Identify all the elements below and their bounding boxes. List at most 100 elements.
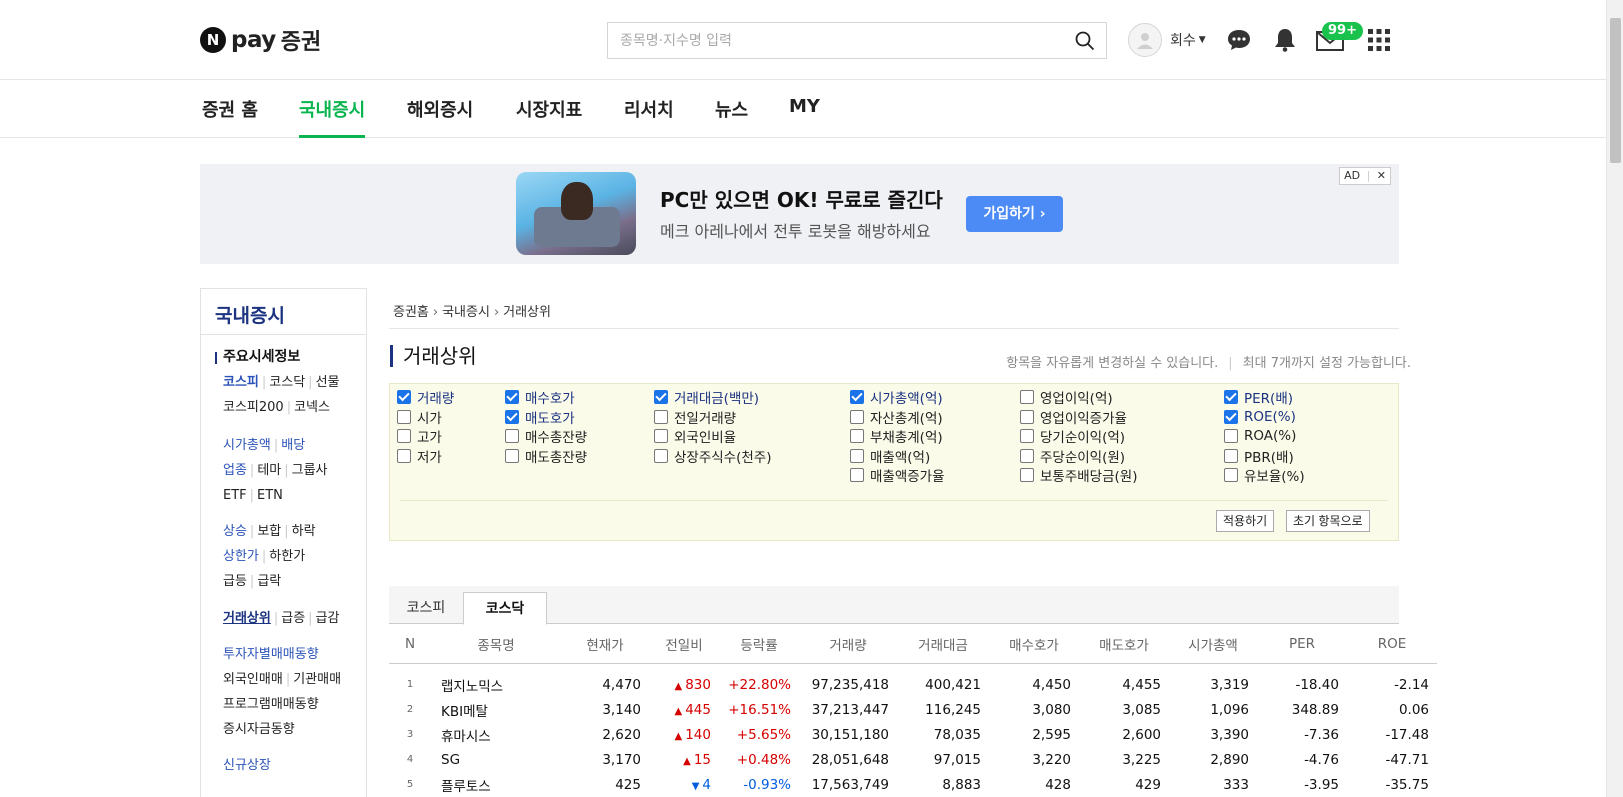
- nav-home[interactable]: 증권 홈: [202, 96, 258, 138]
- sidebar-item-sector[interactable]: 업종: [223, 463, 247, 478]
- sidebar-item-lower-limit[interactable]: 하한가: [269, 549, 305, 564]
- stock-name-link[interactable]: SG: [431, 747, 561, 772]
- checkbox-unchecked-icon[interactable]: [654, 409, 668, 424]
- checkbox-checked-icon[interactable]: [505, 390, 519, 404]
- option-checkbox[interactable]: 매도호가: [505, 407, 575, 427]
- checkbox-unchecked-icon[interactable]: [850, 409, 864, 424]
- checkbox-unchecked-icon[interactable]: [1224, 448, 1238, 463]
- option-checkbox[interactable]: 시가총액(억): [850, 387, 943, 407]
- sidebar-item-marketcap[interactable]: 시가총액: [223, 438, 271, 453]
- sidebar-item-etn[interactable]: ETN: [257, 488, 283, 503]
- checkbox-unchecked-icon[interactable]: [397, 409, 411, 424]
- option-checkbox[interactable]: PBR(배): [1224, 447, 1294, 466]
- ad-banner[interactable]: PC만 있으면 OK! 무료로 즐긴다 메크 아레나에서 전투 로봇을 해방하세…: [200, 164, 1399, 264]
- avatar[interactable]: [1128, 23, 1162, 57]
- checkbox-unchecked-icon[interactable]: [1020, 409, 1034, 424]
- nav-research[interactable]: 리서치: [624, 96, 674, 138]
- checkbox-unchecked-icon[interactable]: [397, 448, 411, 463]
- checkbox-checked-icon[interactable]: [1224, 409, 1238, 424]
- checkbox-checked-icon[interactable]: [505, 409, 519, 424]
- ad-title[interactable]: PC만 있으면 OK! 무료로 즐긴다: [660, 184, 943, 213]
- option-label[interactable]: 유보율(%): [1244, 465, 1305, 485]
- table-row[interactable]: 3 휴마시스 2,620 ▲ 140 +5.65% 30,151,180 78,035 2,59…: [389, 722, 1437, 747]
- apps-grid-icon[interactable]: [1368, 29, 1390, 51]
- option-label[interactable]: 매출액(억): [870, 446, 930, 466]
- sidebar-item-flat[interactable]: 보합: [257, 524, 281, 539]
- checkbox-unchecked-icon[interactable]: [1020, 448, 1034, 463]
- option-label[interactable]: 매도호가: [525, 407, 575, 427]
- option-checkbox[interactable]: 거래량: [397, 387, 454, 407]
- option-checkbox[interactable]: 유보율(%): [1224, 465, 1305, 485]
- sidebar-item-institution-trade[interactable]: 기관매매: [293, 672, 341, 687]
- sidebar-item-dividend[interactable]: 배당: [281, 438, 305, 453]
- option-label[interactable]: 매수호가: [525, 387, 575, 407]
- option-label[interactable]: 매출액증가율: [870, 465, 945, 485]
- option-label[interactable]: 주당순이익(원): [1040, 446, 1125, 466]
- option-checkbox[interactable]: 시가: [397, 407, 442, 427]
- sidebar-item-new-listing[interactable]: 신규상장: [223, 758, 271, 773]
- sidebar-item-kosdaq[interactable]: 코스닥: [269, 375, 305, 390]
- option-label[interactable]: 거래량: [417, 387, 454, 407]
- option-checkbox[interactable]: 보통주배당금(원): [1020, 465, 1137, 485]
- vertical-scrollbar[interactable]: [1606, 0, 1623, 797]
- sidebar-item-rise[interactable]: 상승: [223, 524, 247, 539]
- sidebar-item-theme[interactable]: 테마: [257, 463, 281, 478]
- scrollbar-thumb[interactable]: [1610, 18, 1621, 163]
- bell-icon[interactable]: [1272, 27, 1298, 53]
- tab-kosdaq[interactable]: 코스닥: [463, 592, 547, 625]
- checkbox-unchecked-icon[interactable]: [654, 429, 668, 443]
- option-checkbox[interactable]: 주당순이익(원): [1020, 446, 1125, 466]
- option-checkbox[interactable]: 자산총계(억): [850, 407, 943, 427]
- stock-name-link[interactable]: 랩지노믹스: [431, 672, 561, 697]
- breadcrumb-domestic[interactable]: 국내증시: [442, 305, 490, 320]
- option-label[interactable]: 고가: [417, 426, 442, 446]
- checkbox-unchecked-icon[interactable]: [850, 448, 864, 463]
- nav-news[interactable]: 뉴스: [715, 96, 748, 138]
- checkbox-checked-icon[interactable]: [397, 390, 411, 404]
- checkbox-unchecked-icon[interactable]: [1224, 468, 1238, 482]
- sidebar-item-etf[interactable]: ETF: [223, 488, 247, 503]
- option-checkbox[interactable]: 매출액(억): [850, 446, 930, 466]
- sidebar-item-plunge[interactable]: 급락: [257, 574, 281, 589]
- ad-signup-button[interactable]: 가입하기 ›: [966, 196, 1063, 232]
- checkbox-unchecked-icon[interactable]: [1020, 429, 1034, 443]
- user-name[interactable]: 회수: [1170, 30, 1196, 50]
- ad-close-icon[interactable]: ✕: [1377, 169, 1386, 182]
- option-checkbox[interactable]: 매출액증가율: [850, 465, 945, 485]
- sidebar-item-program-trade[interactable]: 프로그램매매동향: [223, 697, 319, 712]
- checkbox-unchecked-icon[interactable]: [1020, 390, 1034, 404]
- logo[interactable]: N pay 증권: [200, 26, 321, 55]
- option-checkbox[interactable]: 외국인비율: [654, 426, 736, 446]
- nav-my[interactable]: MY: [789, 96, 820, 138]
- option-label[interactable]: 시가: [417, 407, 442, 427]
- option-label[interactable]: 외국인비율: [674, 426, 736, 446]
- option-label[interactable]: 자산총계(억): [870, 407, 943, 427]
- sidebar-item-kospi[interactable]: 코스피: [223, 375, 259, 390]
- option-label[interactable]: 매도총잔량: [525, 446, 587, 466]
- sidebar-section-title[interactable]: 주요시세정보: [223, 345, 366, 370]
- ad-tag[interactable]: AD | ✕: [1339, 167, 1391, 185]
- checkbox-unchecked-icon[interactable]: [1224, 429, 1238, 443]
- table-row[interactable]: 5 플루토스 425 ▼ 4 -0.93% 17,563,749 8,883 428 429 333…: [389, 772, 1437, 797]
- apply-button[interactable]: 적용하기: [1216, 510, 1275, 532]
- checkbox-unchecked-icon[interactable]: [850, 468, 864, 482]
- option-label[interactable]: 전일거래량: [674, 407, 736, 427]
- option-checkbox[interactable]: 영업이익증가율: [1020, 408, 1127, 427]
- breadcrumb-home[interactable]: 증권홈: [393, 305, 429, 320]
- sidebar-item-konex[interactable]: 코넥스: [294, 400, 330, 415]
- option-checkbox[interactable]: 매수총잔량: [505, 427, 587, 446]
- option-label[interactable]: 보통주배당금(원): [1040, 465, 1137, 485]
- table-row[interactable]: 1 랩지노믹스 4,470 ▲ 830 +22.80% 97,235,418 400,421 4…: [389, 672, 1437, 697]
- option-checkbox[interactable]: 당기순이익(억): [1020, 427, 1125, 446]
- option-checkbox[interactable]: 거래대금(백만): [654, 388, 759, 407]
- option-label[interactable]: 시가총액(억): [870, 387, 943, 407]
- checkbox-unchecked-icon[interactable]: [505, 448, 519, 463]
- sidebar-item-investor-trend[interactable]: 투자자별매매동향: [223, 647, 319, 662]
- option-label[interactable]: ROA(%): [1244, 428, 1296, 444]
- sidebar-item-kospi200[interactable]: 코스피200: [223, 400, 284, 415]
- option-label[interactable]: 부채총계(억): [870, 426, 943, 446]
- stock-name-link[interactable]: KBI메탈: [431, 697, 561, 722]
- stock-name-link[interactable]: 플루토스: [431, 772, 561, 797]
- option-checkbox[interactable]: ROA(%): [1224, 427, 1296, 445]
- checkbox-unchecked-icon[interactable]: [397, 429, 411, 443]
